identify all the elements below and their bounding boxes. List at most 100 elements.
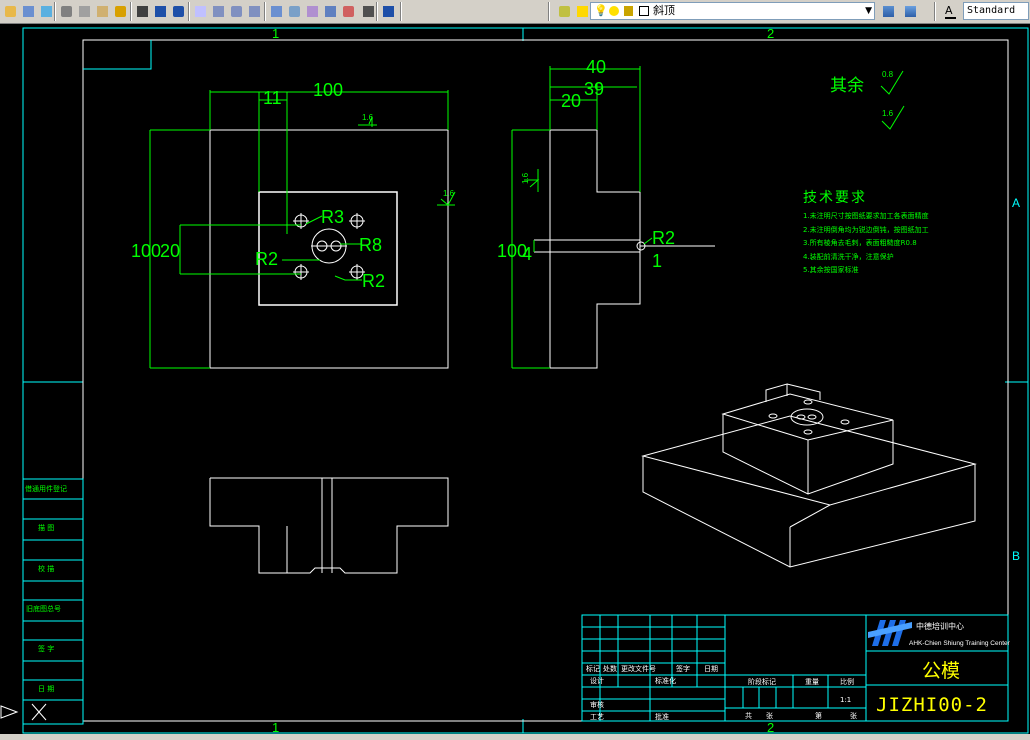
strip-label-register: 借通用件登记: [25, 484, 67, 493]
tech-line-5: 5.其余按国家标准: [803, 265, 859, 274]
text-style-dropdown[interactable]: Standard: [963, 2, 1029, 20]
tb-header-count: 处数: [603, 664, 617, 673]
layer-freeze-icon: [609, 6, 619, 16]
toolbar-separator: [130, 2, 132, 21]
dim-front-100-top: 100: [313, 80, 343, 100]
dim-side-1: 1: [652, 251, 662, 271]
publish-icon[interactable]: [38, 3, 54, 19]
cut-icon[interactable]: [58, 3, 74, 19]
other-label: 其余: [830, 76, 864, 96]
drawing-canvas[interactable]: 1 2 1 2 A B 借通用件登记 描 图 校 描 旧底图总号 签 字 日 期: [0, 24, 1030, 734]
tb-scale-label: 比例: [840, 677, 854, 686]
col-label-2-top: 2: [767, 26, 774, 41]
paste-icon[interactable]: [94, 3, 110, 19]
tb-role-standard: 标准化: [655, 676, 676, 685]
roughness-other-16: 1.6: [882, 109, 894, 118]
dim-side-r2: R2: [652, 228, 675, 248]
row-label-a: A: [1012, 196, 1020, 210]
tb-header-date: 日期: [704, 665, 718, 673]
redo-icon[interactable]: [170, 3, 186, 19]
toolbar-separator: [400, 2, 402, 21]
open-icon[interactable]: [2, 3, 18, 19]
company-name-en: AHK-Chien Shiung Training Center: [909, 640, 1011, 647]
toolbar-separator: [934, 2, 936, 21]
layer-state-icon[interactable]: [574, 3, 590, 19]
dim-front-11: 11: [263, 88, 282, 108]
tech-title: 技术要求: [803, 190, 867, 206]
strip-label-trace: 描 图: [38, 523, 54, 532]
dim-front-20: 20: [160, 241, 180, 261]
col-label-1-top: 1: [272, 26, 279, 41]
company-logo: [868, 616, 914, 650]
tb-weight: 重量: [805, 678, 819, 686]
drawing-number: JIZHI00-2: [876, 694, 988, 716]
zoom-window-icon[interactable]: [228, 3, 244, 19]
roughness-other-08: 0.8: [882, 70, 894, 79]
col-label-2-bottom: 2: [767, 720, 774, 734]
layer-lock-icon: [624, 6, 633, 16]
layer-name: 斜顶: [653, 4, 675, 17]
layer-on-icon: 💡: [594, 4, 608, 17]
chevron-down-icon[interactable]: ▼: [865, 3, 872, 19]
roughness-side: 1.6: [521, 172, 530, 184]
strip-label-date: 日 期: [38, 685, 54, 693]
company-name: 中德培训中心: [916, 621, 964, 631]
strip-label-old-number: 旧底图总号: [26, 604, 61, 613]
standard-toolbar: 💡 斜顶 ▼ A Standard: [0, 0, 1030, 24]
tb-sheet-total: 共: [745, 711, 752, 720]
markup-icon[interactable]: [340, 3, 356, 19]
tb-sheet-unit1: 张: [766, 711, 773, 720]
tb-sheet-no: 第: [815, 711, 822, 720]
properties-icon[interactable]: [268, 3, 284, 19]
dim-side-40: 40: [586, 57, 606, 77]
copy-icon[interactable]: [76, 3, 92, 19]
dim-side-39: 39: [584, 79, 604, 99]
dim-side-20: 20: [561, 91, 581, 111]
calculator-icon[interactable]: [360, 3, 376, 19]
tb-header-mark: 标记: [586, 664, 600, 673]
dim-front-100-left: 100: [131, 241, 161, 261]
pan-icon[interactable]: [192, 3, 208, 19]
dim-front-r3: R3: [321, 207, 344, 227]
toolbar-separator: [264, 2, 266, 21]
dim-front-r8: R8: [359, 235, 382, 255]
status-bar: [0, 734, 1030, 740]
match-properties-icon[interactable]: [112, 3, 128, 19]
strip-label-check: 校 描: [38, 564, 54, 573]
dim-side-4: 4: [522, 244, 532, 264]
tool-palettes-icon[interactable]: [304, 3, 320, 19]
layer-previous-icon[interactable]: [880, 3, 896, 19]
dim-front-r2-left: R2: [255, 249, 278, 269]
part-name: 公模: [922, 660, 960, 682]
dim-front-r2-right: R2: [362, 271, 385, 291]
tb-sheet-unit2: 张: [850, 711, 857, 720]
tb-header-sign: 签字: [676, 664, 690, 673]
tech-line-1: 1.未注明尺寸按图纸要求加工各表面精度: [803, 211, 929, 220]
toolbar-separator: [54, 2, 56, 21]
toolbar-separator: [188, 2, 190, 21]
col-label-1-bottom: 1: [272, 720, 279, 734]
help-icon[interactable]: [380, 3, 396, 19]
toolbar-separator: [548, 2, 550, 21]
tb-role-approve: 批准: [655, 712, 669, 721]
layer-color-icon: [639, 6, 649, 16]
sheet-set-icon[interactable]: [322, 3, 338, 19]
text-style-icon[interactable]: A: [942, 3, 958, 19]
layer-manager-icon[interactable]: [556, 3, 572, 19]
tb-role-design: 设计: [590, 676, 604, 685]
zoom-realtime-icon[interactable]: [210, 3, 226, 19]
tech-line-4: 4.装配前清洗干净，注意保护: [803, 252, 894, 261]
zoom-previous-icon[interactable]: [246, 3, 262, 19]
roughness-front-right: 1.6: [443, 189, 455, 198]
layer-dropdown[interactable]: 💡 斜顶 ▼: [590, 2, 875, 20]
tb-role-process: 工艺: [590, 713, 604, 721]
pen-icon[interactable]: [134, 3, 150, 19]
strip-label-sign: 签 字: [38, 644, 54, 653]
tb-stage-mark: 阶段标记: [748, 677, 776, 686]
layer-states-icon[interactable]: [902, 3, 918, 19]
tb-header-change: 更改文件号: [621, 664, 656, 673]
tech-line-2: 2.未注明倒角均为锐边倒钝，按图纸加工: [803, 225, 929, 234]
undo-icon[interactable]: [152, 3, 168, 19]
print-icon[interactable]: [20, 3, 36, 19]
design-center-icon[interactable]: [286, 3, 302, 19]
